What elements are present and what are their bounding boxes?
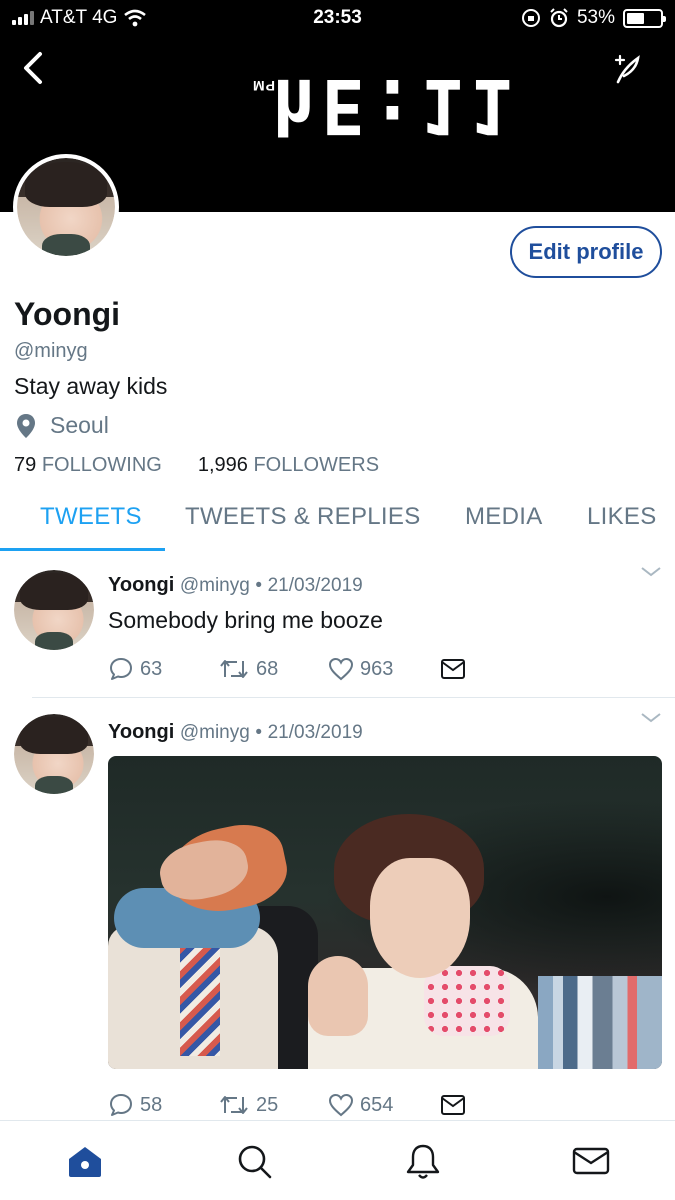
avatar-image xyxy=(14,570,94,650)
followers-stat[interactable]: 1,996 FOLLOWERS xyxy=(198,454,379,477)
tab-media[interactable]: MEDIA xyxy=(465,503,543,531)
tweet-separator: • xyxy=(255,722,263,743)
following-label: FOLLOWING xyxy=(41,454,162,476)
chevron-down-icon[interactable] xyxy=(640,712,662,724)
status-right: 53% xyxy=(521,7,666,29)
envelope-icon xyxy=(441,1095,465,1115)
location-label: Seoul xyxy=(50,412,109,438)
quill-icon[interactable] xyxy=(612,54,644,84)
photo-person-right-face xyxy=(370,858,470,978)
heart-icon xyxy=(328,1093,354,1117)
bell-icon[interactable] xyxy=(403,1141,443,1181)
map-pin-icon xyxy=(17,413,35,438)
heart-icon xyxy=(328,657,354,681)
profile-name: Yoongi xyxy=(14,296,121,332)
tweet-header: Yoongi @minyg • 21/03/2019 xyxy=(108,574,363,597)
avatar-image xyxy=(14,714,94,794)
dm-button[interactable] xyxy=(440,658,466,680)
search-icon[interactable] xyxy=(234,1141,274,1181)
reply-button[interactable]: 63 xyxy=(108,656,218,682)
following-count: 79 xyxy=(14,454,37,476)
reply-count: 63 xyxy=(140,657,163,680)
envelope-icon xyxy=(441,659,465,679)
tab-tweets[interactable]: TWEETS xyxy=(40,503,142,531)
retweet-button[interactable]: 25 xyxy=(218,1093,328,1117)
profile-avatar[interactable] xyxy=(13,154,119,260)
retweet-button[interactable]: 68 xyxy=(218,657,328,681)
tweet-separator: • xyxy=(255,575,263,596)
battery-icon xyxy=(623,8,666,28)
rotation-lock-icon xyxy=(521,9,540,27)
battery-percent: 53% xyxy=(576,7,615,28)
tweet-date: 21/03/2019 xyxy=(267,722,363,743)
avatar-image xyxy=(17,158,115,256)
chevron-down-icon[interactable] xyxy=(640,566,662,578)
tweet-header: Yoongi @minyg • 21/03/2019 xyxy=(108,721,363,744)
tweet-author-handle[interactable]: @minyg xyxy=(180,575,250,596)
speech-bubble-icon xyxy=(110,658,132,680)
home-icon[interactable] xyxy=(65,1141,105,1181)
followers-count: 1,996 xyxy=(197,454,248,476)
tweet-author-handle[interactable]: @minyg xyxy=(180,722,250,743)
tweet-photo[interactable] xyxy=(108,756,662,1069)
tweet-divider xyxy=(32,697,675,698)
retweet-count: 25 xyxy=(256,1093,279,1116)
photo-peace-sign-hand xyxy=(308,956,368,1036)
tweet-text: Somebody bring me booze xyxy=(108,607,383,633)
profile-bio: Stay away kids xyxy=(14,373,168,399)
profile-handle: @minyg xyxy=(14,340,88,362)
alarm-icon xyxy=(550,8,568,28)
profile-tabs: TWEETS TWEETS & REPLIES MEDIA LIKES xyxy=(0,495,675,551)
dm-button[interactable] xyxy=(440,1094,466,1116)
tweet-actions: 63 68 963 xyxy=(108,656,466,682)
speech-bubble-icon xyxy=(110,1094,132,1116)
profile-location: Seoul xyxy=(16,412,109,439)
followers-label: FOLLOWERS xyxy=(253,454,380,476)
tweet-author-name[interactable]: Yoongi xyxy=(108,574,174,596)
tweet-author-name[interactable]: Yoongi xyxy=(108,721,174,743)
tab-likes[interactable]: LIKES xyxy=(587,503,657,531)
tweet-actions: 58 25 654 xyxy=(108,1092,466,1118)
tweet-avatar[interactable] xyxy=(14,714,94,794)
following-stat[interactable]: 79 FOLLOWING xyxy=(14,454,162,477)
envelope-icon[interactable] xyxy=(571,1141,611,1181)
like-button[interactable]: 654 xyxy=(328,1093,440,1117)
like-count: 963 xyxy=(360,657,394,680)
active-tab-indicator xyxy=(0,548,165,551)
retweet-count: 68 xyxy=(256,657,279,680)
status-bar: AT&T 4G 23:53 53% xyxy=(0,0,675,36)
like-count: 654 xyxy=(360,1093,394,1116)
reply-count: 58 xyxy=(140,1093,163,1116)
photo-bottles xyxy=(538,976,662,1069)
back-button[interactable] xyxy=(16,48,50,88)
header-image-text: hE:11 xyxy=(272,61,519,151)
tab-tweets-replies[interactable]: TWEETS & REPLIES xyxy=(185,503,421,531)
retweet-icon xyxy=(220,660,248,678)
bottom-nav xyxy=(0,1120,675,1200)
profile-stats: 79 FOLLOWING 1,996 FOLLOWERS xyxy=(14,454,379,477)
retweet-icon xyxy=(220,1096,248,1114)
like-button[interactable]: 963 xyxy=(328,657,440,681)
reply-button[interactable]: 58 xyxy=(108,1092,218,1118)
photo-person-right-collar xyxy=(424,966,510,1036)
tweet-date: 21/03/2019 xyxy=(267,575,363,596)
edit-profile-button[interactable]: Edit profile xyxy=(510,226,662,278)
tweet-avatar[interactable] xyxy=(14,570,94,650)
photo-person-left-shirt xyxy=(180,946,220,1056)
